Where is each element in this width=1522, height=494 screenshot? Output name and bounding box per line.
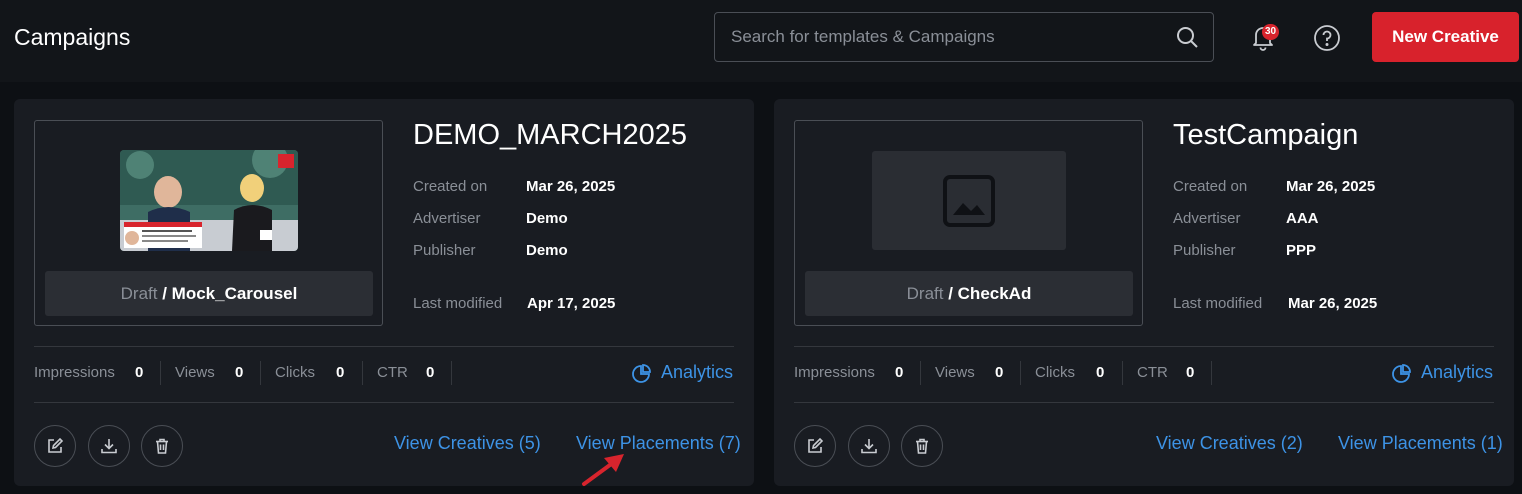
clicks-value: 0 <box>1096 364 1105 381</box>
campaign-title[interactable]: TestCampaign <box>1173 119 1358 152</box>
stat-separator <box>451 361 452 385</box>
ctr-label: CTR <box>1137 364 1168 381</box>
creative-thumbnail <box>120 150 298 251</box>
page-title: Campaigns <box>14 24 131 50</box>
notification-badge: 30 <box>1262 24 1280 40</box>
advertiser-label: Advertiser <box>1173 210 1241 227</box>
stat-separator <box>260 361 261 385</box>
status-bar[interactable]: Draft / Mock_Carousel <box>45 271 373 316</box>
publisher-value: PPP <box>1286 242 1317 259</box>
delete-button[interactable] <box>901 425 943 467</box>
created-on-value: Mar 26, 2025 <box>526 178 616 195</box>
impressions-value: 0 <box>135 364 144 381</box>
last-modified-label: Last modified <box>1173 295 1263 312</box>
divider <box>34 346 734 347</box>
search-icon[interactable] <box>1175 25 1199 49</box>
views-value: 0 <box>995 364 1004 381</box>
clicks-value: 0 <box>336 364 345 381</box>
creative-name: / CheckAd <box>943 284 1032 303</box>
download-button[interactable] <box>88 425 130 467</box>
views-value: 0 <box>235 364 244 381</box>
ctr-value: 0 <box>1186 364 1195 381</box>
edit-icon <box>808 437 824 453</box>
annotation-arrow-icon <box>582 454 624 486</box>
status-label: Draft <box>120 284 158 303</box>
search-box[interactable] <box>714 12 1214 62</box>
trash-icon <box>156 438 168 454</box>
impressions-value: 0 <box>895 364 904 381</box>
views-label: Views <box>935 364 975 381</box>
campaign-card: Draft / Mock_Carousel DEMO_MARCH2025 Cre… <box>14 99 754 486</box>
clicks-label: Clicks <box>275 364 315 381</box>
divider <box>794 346 1494 347</box>
impressions-label: Impressions <box>794 364 875 381</box>
view-placements-link[interactable]: View Placements (1) <box>1338 433 1503 454</box>
edit-button[interactable] <box>34 425 76 467</box>
campaign-card: Draft / CheckAd TestCampaign Created on … <box>774 99 1514 486</box>
publisher-value: Demo <box>526 242 568 259</box>
analytics-label: Analytics <box>1421 362 1494 382</box>
trash-icon <box>916 438 928 454</box>
creative-preview[interactable]: Draft / CheckAd <box>794 120 1143 326</box>
help-icon[interactable] <box>1313 24 1341 52</box>
advertiser-value: AAA <box>1286 210 1319 227</box>
analytics-label: Analytics <box>661 362 734 382</box>
ctr-value: 0 <box>426 364 435 381</box>
edit-icon <box>48 437 64 453</box>
edit-button[interactable] <box>794 425 836 467</box>
divider <box>34 402 734 403</box>
stat-separator <box>362 361 363 385</box>
advertiser-label: Advertiser <box>413 210 481 227</box>
analytics-link[interactable]: Analytics <box>632 362 734 383</box>
download-icon <box>101 439 117 454</box>
stat-separator <box>1020 361 1021 385</box>
download-button[interactable] <box>848 425 890 467</box>
status-label: Draft <box>906 284 944 303</box>
impressions-label: Impressions <box>34 364 115 381</box>
publisher-label: Publisher <box>413 242 476 259</box>
ctr-label: CTR <box>377 364 408 381</box>
stat-separator <box>1122 361 1123 385</box>
analytics-link[interactable]: Analytics <box>1392 362 1494 383</box>
pie-chart-icon <box>1392 364 1411 383</box>
creative-preview[interactable]: Draft / Mock_Carousel <box>34 120 383 326</box>
created-on-label: Created on <box>1173 178 1248 195</box>
status-bar[interactable]: Draft / CheckAd <box>805 271 1133 316</box>
pie-chart-icon <box>632 364 651 383</box>
view-creatives-link[interactable]: View Creatives (5) <box>394 433 541 454</box>
stat-separator <box>920 361 921 385</box>
creative-name: / Mock_Carousel <box>157 284 298 303</box>
image-placeholder <box>872 151 1066 250</box>
delete-button[interactable] <box>141 425 183 467</box>
created-on-value: Mar 26, 2025 <box>1286 178 1376 195</box>
clicks-label: Clicks <box>1035 364 1075 381</box>
campaign-title[interactable]: DEMO_MARCH2025 <box>413 119 687 152</box>
top-bar: Campaigns 30 New Creative <box>0 0 1522 82</box>
stat-separator <box>1211 361 1212 385</box>
new-creative-button[interactable]: New Creative <box>1372 12 1519 62</box>
view-creatives-link[interactable]: View Creatives (2) <box>1156 433 1303 454</box>
last-modified-label: Last modified <box>413 295 503 312</box>
search-input[interactable] <box>715 13 1165 61</box>
download-icon <box>861 439 877 454</box>
publisher-label: Publisher <box>1173 242 1236 259</box>
created-on-label: Created on <box>413 178 488 195</box>
views-label: Views <box>175 364 215 381</box>
last-modified-value: Apr 17, 2025 <box>527 295 616 312</box>
image-icon <box>943 175 995 227</box>
stat-separator <box>160 361 161 385</box>
advertiser-value: Demo <box>526 210 568 227</box>
last-modified-value: Mar 26, 2025 <box>1288 295 1378 312</box>
divider <box>794 402 1494 403</box>
